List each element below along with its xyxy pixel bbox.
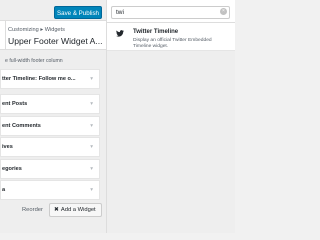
twitter-bird-icon: [116, 30, 124, 37]
chevron-down-icon[interactable]: ▾: [90, 166, 93, 172]
breadcrumb: Customizing ▸ Widgets: [8, 27, 65, 33]
widget-title: a: [2, 187, 6, 193]
chevron-down-icon[interactable]: ▾: [90, 76, 93, 82]
section-description: e full-width footer column: [5, 58, 63, 64]
widget-item-categories[interactable]: egories ▾: [0, 159, 100, 179]
chevron-down-icon[interactable]: ▾: [90, 144, 93, 150]
widget-title: ent Comments: [2, 123, 41, 129]
widget-title: ent Posts: [2, 101, 28, 107]
add-widget-label: Add a Widget: [60, 207, 96, 213]
widget-title: egories: [2, 166, 22, 172]
add-widget-button[interactable]: ✖ Add a Widget: [49, 203, 102, 217]
widget-item-recent-comments[interactable]: ent Comments ▾: [0, 116, 100, 136]
close-icon: ✖: [54, 207, 59, 213]
save-publish-button[interactable]: Save & Publish: [54, 6, 102, 19]
chevron-down-icon[interactable]: ▾: [90, 101, 93, 107]
widget-title: tter Timeline: Follow me o...: [2, 76, 76, 82]
widget-search-input[interactable]: twi: [111, 6, 230, 19]
widget-item-archives[interactable]: ives ▾: [0, 137, 100, 157]
clear-search-icon[interactable]: ×: [220, 8, 227, 15]
widget-item-twitter-timeline[interactable]: tter Timeline: Follow me o... ▾: [0, 69, 100, 89]
reorder-link[interactable]: Reorder: [22, 207, 43, 213]
back-button[interactable]: [0, 21, 6, 49]
widget-title: ives: [2, 144, 13, 150]
page-title: Upper Footer Widget A...: [8, 36, 103, 46]
widget-item-recent-posts[interactable]: ent Posts ▾: [0, 94, 100, 114]
chevron-down-icon[interactable]: ▾: [90, 187, 93, 193]
widget-item-meta[interactable]: a ▾: [0, 180, 100, 200]
widget-result-description: Display an official Twitter Embedded Tim…: [133, 38, 212, 50]
widget-result-title: Twitter Timeline: [133, 29, 179, 35]
chevron-down-icon[interactable]: ▾: [90, 123, 93, 129]
